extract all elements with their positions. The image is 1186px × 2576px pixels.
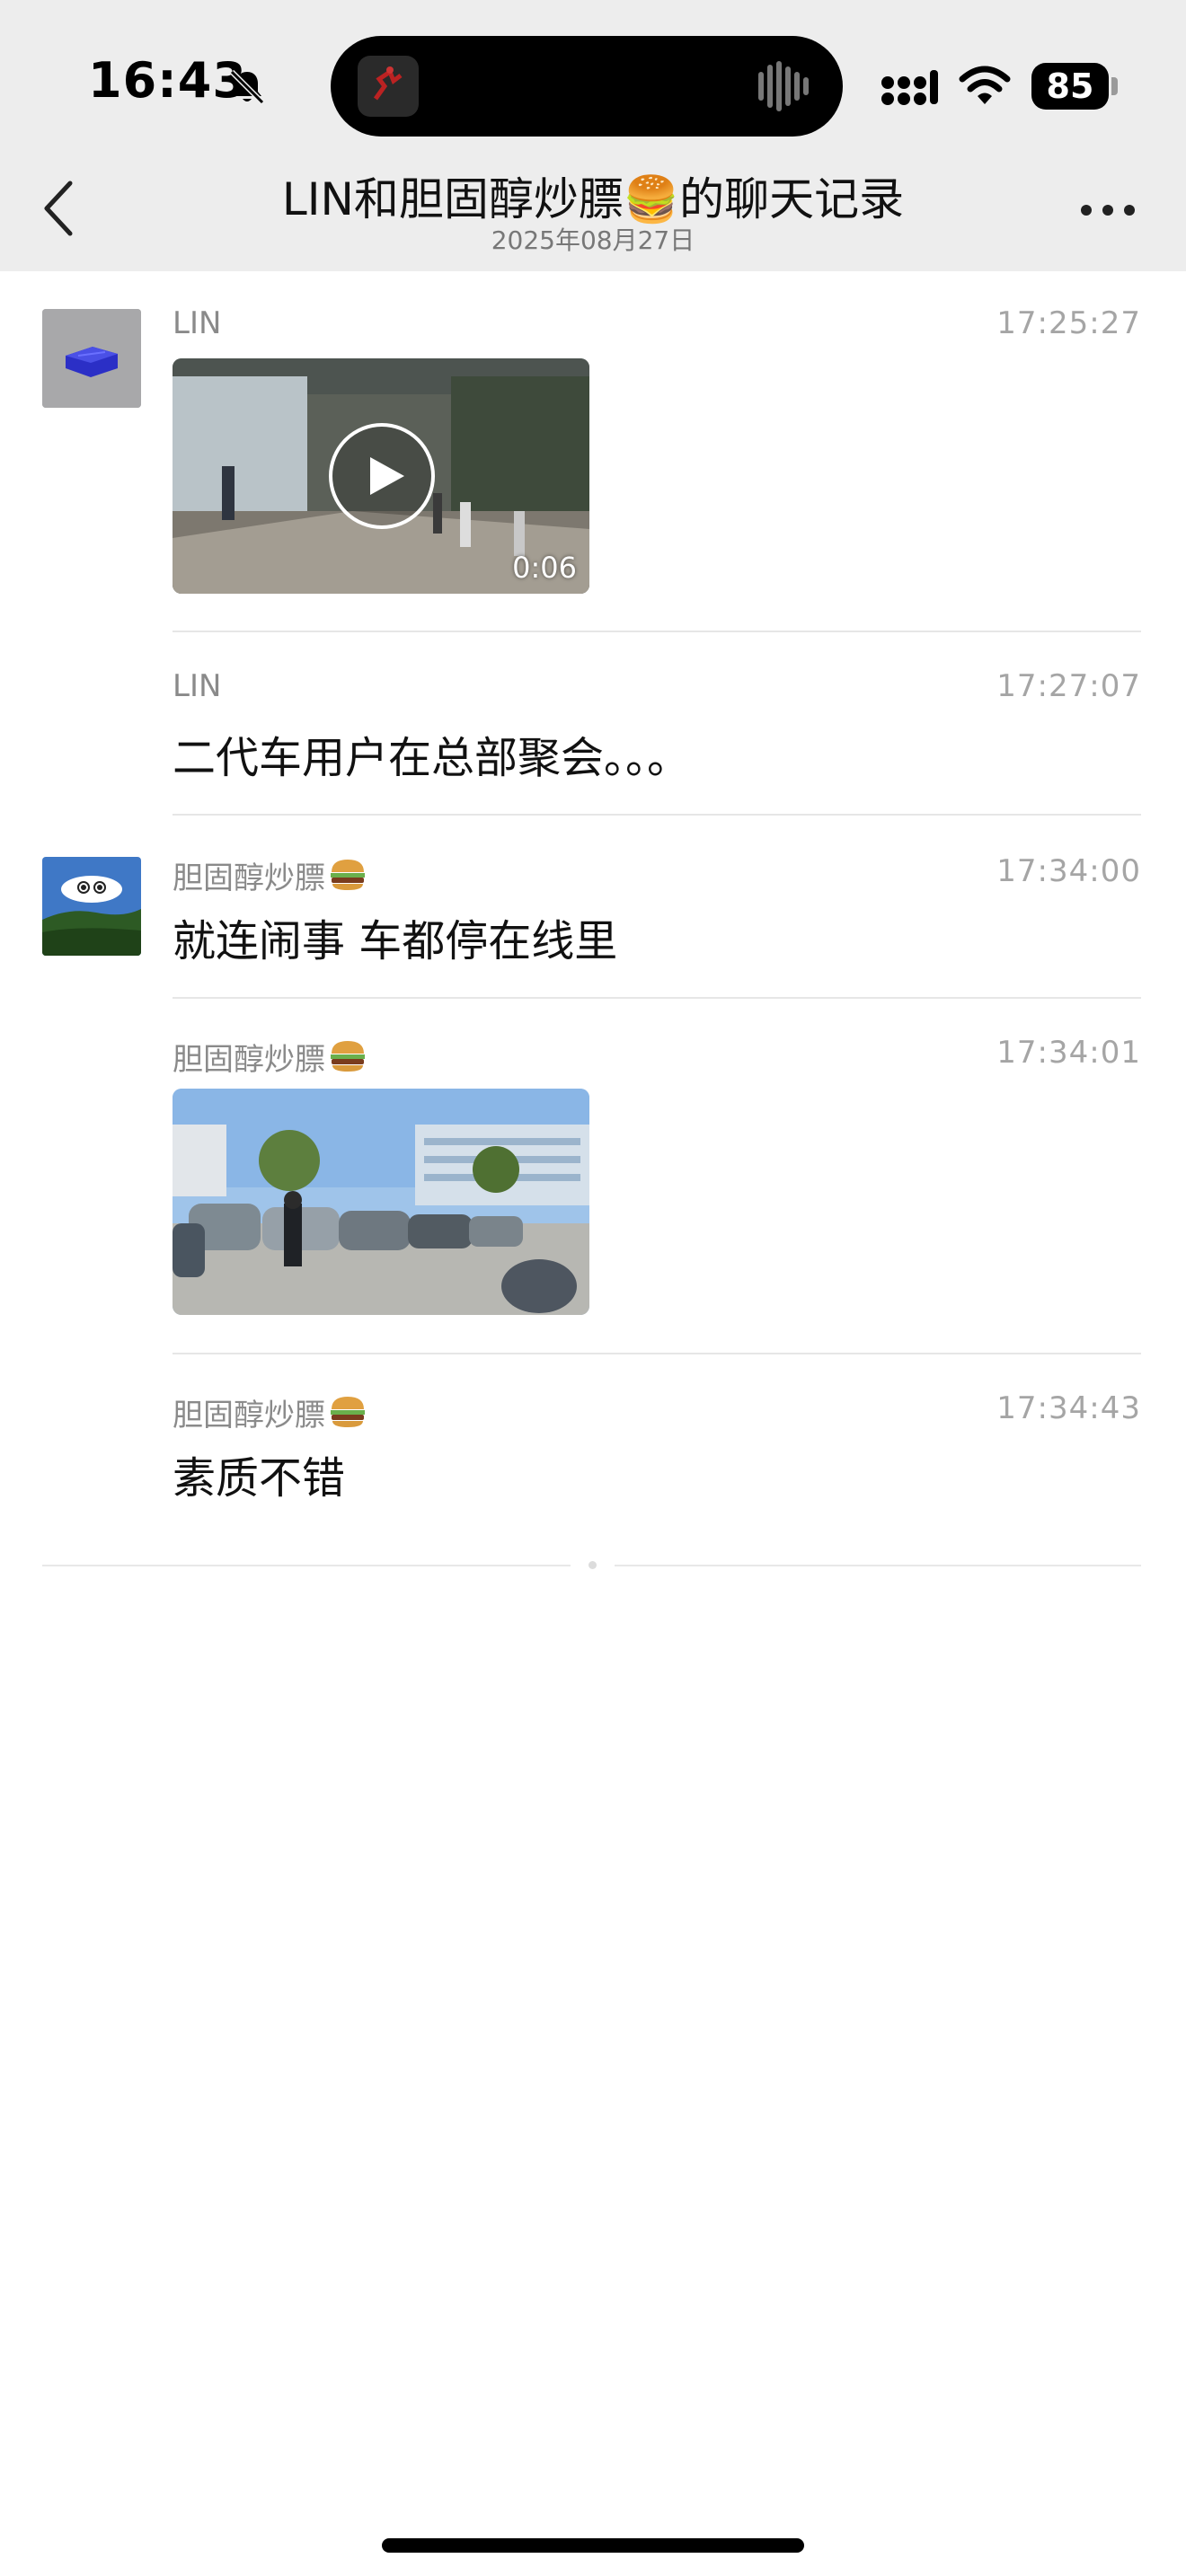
message-item: 胆固醇炒膘 17:34:01	[0, 999, 1186, 1354]
more-icon[interactable]	[1078, 199, 1137, 221]
burger-icon	[331, 1041, 365, 1072]
sender-name: 胆固醇炒膘	[173, 1035, 367, 1079]
status-time: 16:43	[88, 52, 247, 109]
photo-thumbnail	[173, 1089, 589, 1315]
message-item: 胆固醇炒膘 17:34:00 就连闹事 车都停在线里	[0, 816, 1186, 999]
message-item: 胆固醇炒膘 17:34:43 素质不错	[0, 1354, 1186, 1538]
video-duration: 0:06	[512, 551, 577, 585]
page-title: LIN和胆固醇炒膘🍔的聊天记录	[281, 173, 905, 225]
burger-icon	[331, 1397, 365, 1427]
message-time: 17:34:00	[996, 853, 1141, 889]
image-message[interactable]	[173, 1089, 589, 1315]
end-dot	[589, 1561, 597, 1569]
message-text: 二代车用户在总部聚会。。。	[173, 733, 691, 783]
waveform-icon	[758, 61, 809, 111]
end-divider	[615, 1565, 1141, 1566]
play-icon[interactable]	[327, 421, 437, 531]
bell-off-icon	[229, 69, 265, 105]
message-text: 就连闹事 车都停在线里	[173, 916, 618, 966]
battery-icon: 85	[1031, 63, 1118, 110]
message-item: LIN 17:25:27 0:06	[0, 271, 1186, 632]
message-time: 17:25:27	[996, 305, 1141, 341]
end-divider	[42, 1565, 571, 1566]
signal-icon	[881, 70, 938, 105]
message-time: 17:34:01	[996, 1035, 1141, 1071]
battery-level: 85	[1031, 63, 1109, 110]
avatar[interactable]	[42, 857, 141, 956]
avatar[interactable]	[42, 309, 141, 408]
chat-date: 2025年08月27日	[491, 225, 695, 255]
message-text: 素质不错	[173, 1453, 346, 1504]
back-icon[interactable]	[41, 180, 74, 237]
home-indicator[interactable]	[382, 2538, 804, 2553]
burger-icon	[331, 860, 365, 890]
dynamic-island[interactable]	[331, 36, 843, 137]
sender-name: LIN	[173, 305, 222, 341]
header-area: 16:43 85 LIN和胆固醇炒膘🍔的聊天记录 2025年08月27日	[0, 0, 1186, 271]
sender-name: LIN	[173, 668, 222, 704]
message-time: 17:27:07	[996, 668, 1141, 704]
wifi-icon	[959, 66, 1011, 104]
video-message[interactable]: 0:06	[173, 358, 589, 594]
app-icon	[358, 56, 419, 117]
message-item: LIN 17:27:07 二代车用户在总部聚会。。。	[0, 632, 1186, 816]
message-time: 17:34:43	[996, 1390, 1141, 1426]
sender-name: 胆固醇炒膘	[173, 853, 367, 897]
sender-name: 胆固醇炒膘	[173, 1390, 367, 1434]
